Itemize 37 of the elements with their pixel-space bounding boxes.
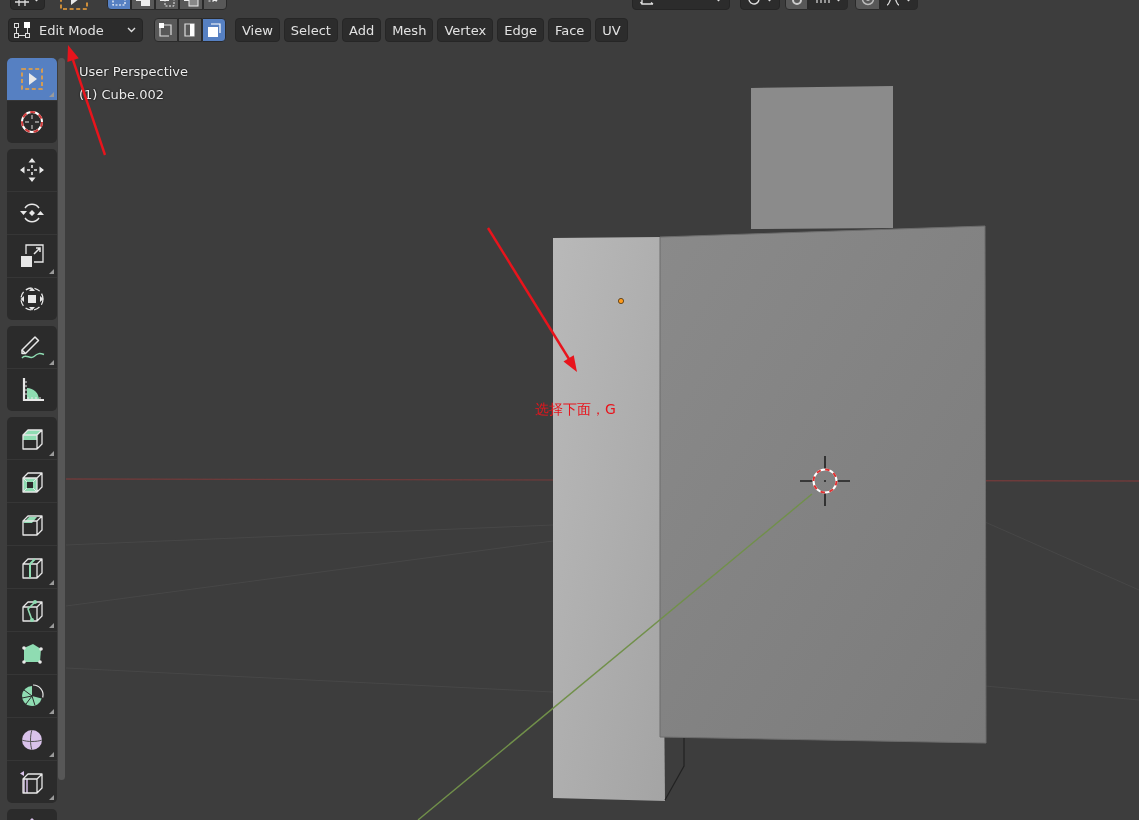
move-arrows-icon [19,157,45,183]
menu-button[interactable]: Vertex [437,18,494,42]
face-select-icon [206,22,222,38]
select-mode-button[interactable] [154,18,178,42]
viewport-info-text: User Perspective [79,63,189,81]
menu-button[interactable]: Face [547,18,592,42]
pencil-icon [19,334,45,360]
spin-icon [19,683,45,709]
mesh-edge-line [664,737,685,801]
tool-button[interactable] [7,760,57,803]
scale-icon [19,243,45,269]
caret-icon [127,27,136,33]
select-mode-button[interactable] [178,18,202,42]
menu-button[interactable]: Select [283,18,338,42]
menu-button[interactable]: Edge [497,18,544,42]
tool-button[interactable] [7,588,57,631]
mode-dropdown[interactable]: Edit Mode [8,18,143,42]
tool-button[interactable] [7,234,57,277]
mesh-vertices-icon [13,21,31,39]
select-mode-button[interactable] [202,18,226,42]
tool-button[interactable] [7,717,57,760]
tool-button[interactable] [7,674,57,717]
vertex-dot-icon [618,298,624,304]
transform-icon [19,286,45,312]
toolbar-scrollbar[interactable] [58,58,65,780]
tool-button[interactable] [7,545,57,588]
cube-shrink-icon [19,769,45,795]
vertex-select-icon [158,22,174,38]
menu-button[interactable]: Mesh [385,18,434,42]
menu-button[interactable]: Add [341,18,382,42]
cube-knife-icon [19,597,45,623]
edge-select-icon [182,22,198,38]
menu-button[interactable]: View [235,18,280,42]
select-box-icon [19,66,45,92]
cursor-crosshair-icon [799,455,851,507]
cursor-crosshair-icon [19,109,45,135]
menu-button[interactable]: UV [595,18,628,42]
